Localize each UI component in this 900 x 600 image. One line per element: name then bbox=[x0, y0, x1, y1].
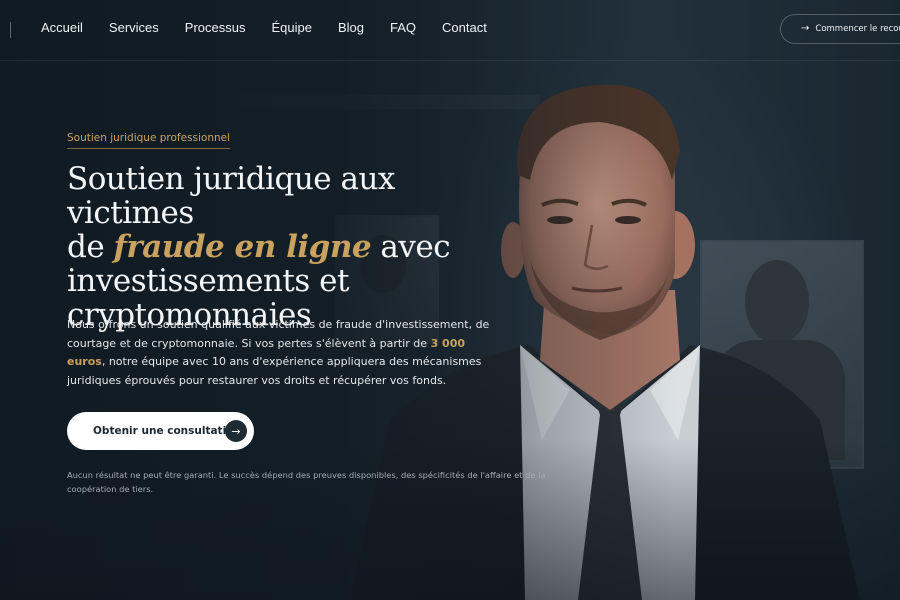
hero-description-part1: Nous offrons un soutien qualifié aux vic… bbox=[67, 318, 490, 350]
get-consultation-label: Obtenir une consultation bbox=[93, 425, 241, 437]
get-consultation-button[interactable]: Obtenir une consultation → bbox=[67, 412, 254, 450]
hero-title-line2-prefix: de bbox=[67, 229, 114, 265]
arrow-right-icon: → bbox=[801, 23, 810, 34]
hero-title-accent: fraude en ligne bbox=[113, 229, 372, 265]
hero-title: Soutien juridique aux victimes de fraude… bbox=[67, 162, 517, 332]
top-navigation: Accueil Services Processus Équipe Blog F… bbox=[0, 0, 900, 61]
hero-eyebrow: Soutien juridique professionnel bbox=[67, 132, 231, 149]
nav-link-accueil[interactable]: Accueil bbox=[41, 20, 83, 35]
nav-links: Accueil Services Processus Équipe Blog F… bbox=[41, 20, 487, 35]
nav-link-contact[interactable]: Contact bbox=[442, 20, 487, 35]
nav-divider bbox=[10, 22, 11, 38]
disclaimer-text: Aucun résultat ne peut être garanti. Le … bbox=[67, 470, 546, 494]
bottom-overlay bbox=[0, 440, 900, 600]
hero-title-line1: Soutien juridique aux victimes bbox=[67, 161, 395, 231]
nav-link-processus[interactable]: Processus bbox=[185, 20, 246, 35]
hero-title-line2-suffix: avec bbox=[371, 229, 451, 265]
nav-link-equipe[interactable]: Équipe bbox=[271, 20, 311, 35]
hero-title-line3: investissements et bbox=[67, 263, 349, 299]
hero-description: Nous offrons un soutien qualifié aux vic… bbox=[67, 316, 507, 390]
nav-link-blog[interactable]: Blog bbox=[338, 20, 364, 35]
nav-link-faq[interactable]: FAQ bbox=[390, 20, 416, 35]
nav-link-services[interactable]: Services bbox=[109, 20, 159, 35]
hero-description-part2: , notre équipe avec 10 ans d'expérience … bbox=[67, 355, 482, 387]
start-recovery-label: Commencer le recouv bbox=[815, 24, 900, 34]
start-recovery-button[interactable]: → Commencer le recouv bbox=[780, 14, 900, 44]
arrow-right-icon: → bbox=[225, 420, 247, 442]
